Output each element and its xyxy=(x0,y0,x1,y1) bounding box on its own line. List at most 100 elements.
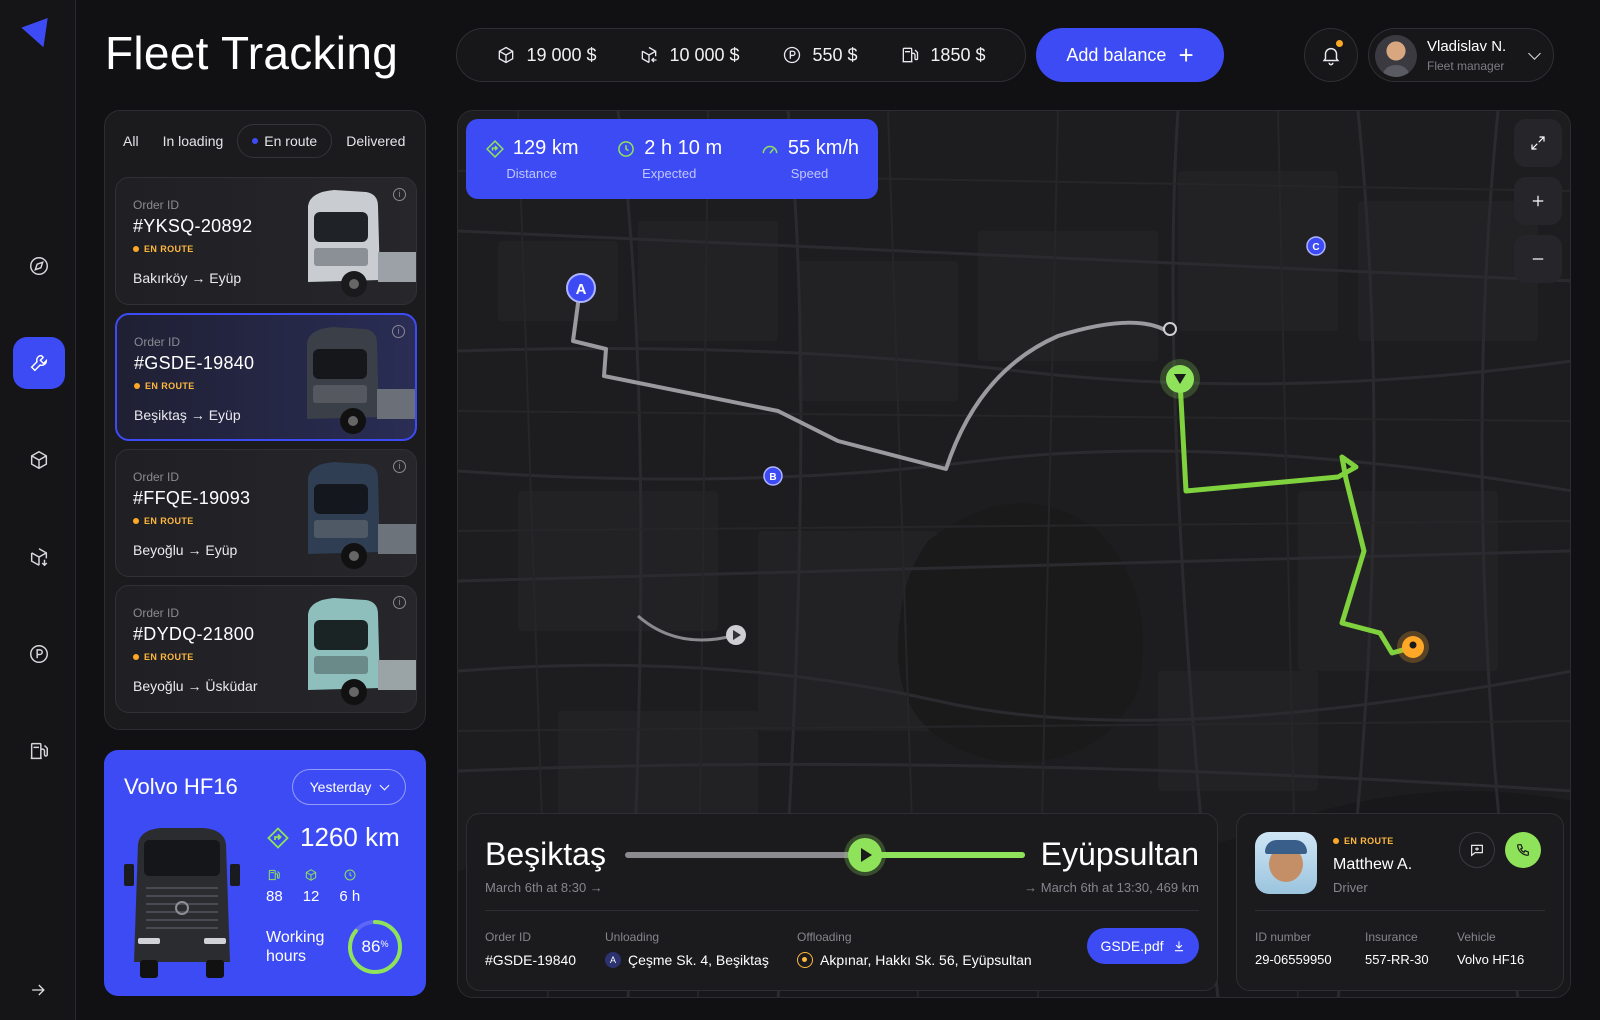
fuel-icon xyxy=(269,869,281,881)
route-destination: Eyüpsultan xyxy=(1040,836,1199,872)
order-route: Beyoğlu → Eyüp xyxy=(133,542,238,558)
marker-c: C xyxy=(1312,242,1319,253)
period-select[interactable]: Yesterday xyxy=(292,769,406,805)
user-name: Vladislav N. xyxy=(1427,38,1507,55)
filter-in-loading[interactable]: In loading xyxy=(153,124,234,158)
sidebar-item-deliveries[interactable] xyxy=(13,531,65,583)
sidebar-item-fuel[interactable] xyxy=(13,725,65,777)
message-driver-button[interactable] xyxy=(1459,832,1495,868)
order-route: Beşiktaş → Eyüp xyxy=(134,407,241,423)
route-destination-time: → March 6th at 13:30, 469 km xyxy=(1024,880,1199,895)
driver-insurance: Insurance 557-RR-30 xyxy=(1365,930,1429,967)
order-card[interactable]: Order ID #YKSQ-20892 EN ROUTE Bakırköy →… xyxy=(115,177,417,305)
truck-image xyxy=(307,327,415,434)
expand-sidebar-icon[interactable] xyxy=(28,980,48,1000)
order-route: Beyoğlu → Üsküdar xyxy=(133,678,258,694)
status-badge: EN ROUTE xyxy=(133,516,194,526)
marker-b: B xyxy=(769,472,776,483)
route-progress-knob[interactable] xyxy=(848,838,882,872)
vehicle-distance-value: 1260 km xyxy=(300,822,400,852)
arrow-right-icon: → xyxy=(589,880,603,895)
avatar xyxy=(1375,35,1417,77)
order-id-label: Order ID xyxy=(133,198,180,212)
arrow-right-icon: → xyxy=(187,542,202,558)
cube-icon xyxy=(305,869,317,881)
zoom-out-button[interactable] xyxy=(1514,235,1562,283)
stat-fuel-value: 88 xyxy=(266,888,283,905)
filter-delivered[interactable]: Delivered xyxy=(336,124,415,158)
add-balance-button[interactable]: Add balance + xyxy=(1036,28,1224,82)
order-card[interactable]: Order ID #DYDQ-21800 EN ROUTE Beyoğlu → … xyxy=(115,585,417,713)
navigation-icon xyxy=(30,257,48,275)
trip-speed: 55 km/h Speed xyxy=(760,137,859,199)
chevron-down-icon xyxy=(1528,47,1541,60)
balance-fuel-value: 1850 $ xyxy=(930,44,986,65)
route-unloading: Unloading A Çeşme Sk. 4, Beşiktaş xyxy=(605,930,769,968)
clock-icon xyxy=(344,869,356,881)
route-order-id: Order ID #GSDE-19840 xyxy=(485,930,577,968)
route-progress-track xyxy=(625,838,1025,872)
balance-fuel[interactable]: 1850 $ xyxy=(900,45,985,66)
download-pdf-button[interactable]: GSDE.pdf xyxy=(1087,928,1199,964)
balances-bar: 19 000 $ 10 000 $ 550 $ 1850 $ xyxy=(456,28,1026,82)
trip-speed-label: Speed xyxy=(790,166,829,181)
map[interactable]: A B C 129 km Distance 2 h 10 m Expected … xyxy=(457,110,1571,998)
balance-parking[interactable]: 550 $ xyxy=(782,45,858,66)
location-pin-icon xyxy=(797,952,813,968)
route-origin-time: March 6th at 8:30 → xyxy=(485,880,603,895)
balance-cargo-return[interactable]: 10 000 $ xyxy=(639,44,740,66)
cube-return-icon xyxy=(642,46,657,64)
logo-icon xyxy=(21,17,57,53)
order-card[interactable]: Order ID #FFQE-19093 EN ROUTE Beyoğlu → … xyxy=(115,449,417,577)
sidebar-item-navigation[interactable] xyxy=(13,240,65,292)
filter-en-route-label: En route xyxy=(264,133,318,149)
status-badge: EN ROUTE xyxy=(1333,836,1394,846)
order-id-label: Order ID xyxy=(133,606,180,620)
route-origin: Beşiktaş xyxy=(485,836,606,872)
filter-all[interactable]: All xyxy=(113,124,149,158)
driver-vehicle: Vehicle Volvo HF16 xyxy=(1457,930,1525,967)
order-id-label: Order ID xyxy=(134,335,181,349)
notifications-button[interactable] xyxy=(1304,28,1358,82)
expand-icon xyxy=(1531,136,1545,150)
cube-icon xyxy=(499,46,514,64)
arrow-right-icon: → xyxy=(1024,880,1038,895)
route-progress-fill xyxy=(865,852,1025,858)
minus-icon xyxy=(1532,258,1544,260)
trip-distance: 129 km Distance xyxy=(485,137,578,199)
chat-icon xyxy=(1471,844,1483,857)
balance-cargo-return-value: 10 000 $ xyxy=(669,44,740,65)
stat-fuel: 88 xyxy=(266,868,283,905)
vehicle-distance: 1260 km xyxy=(266,822,400,853)
orders-panel: All In loading En route Delivered Order … xyxy=(104,110,426,730)
zoom-in-button[interactable] xyxy=(1514,177,1562,225)
user-role: Fleet manager xyxy=(1427,59,1505,73)
working-hours-label: Working hours xyxy=(266,929,325,965)
balance-cargo[interactable]: 19 000 $ xyxy=(496,45,597,66)
working-hours-percent: 86% xyxy=(361,937,389,956)
sidebar-item-shipments[interactable] xyxy=(13,434,65,486)
driver-id-number: ID number 29-06559950 xyxy=(1255,930,1332,967)
order-id-label: Order ID xyxy=(133,470,180,484)
status-badge: EN ROUTE xyxy=(134,381,195,391)
truck-image xyxy=(308,462,416,569)
status-badge: EN ROUTE xyxy=(133,652,194,662)
order-card[interactable]: Order ID #GSDE-19840 EN ROUTE Beşiktaş →… xyxy=(115,313,417,441)
trip-speed-value: 55 km/h xyxy=(787,137,860,159)
fullscreen-button[interactable] xyxy=(1514,119,1562,167)
order-id: #GSDE-19840 xyxy=(134,353,255,373)
driver-name: Matthew A. xyxy=(1333,856,1413,873)
plus-icon: + xyxy=(1178,40,1194,70)
notification-dot xyxy=(1336,40,1343,47)
sidebar-item-maintenance[interactable] xyxy=(13,337,65,389)
filter-en-route[interactable]: En route xyxy=(237,124,333,158)
order-filters: All In loading En route Delivered xyxy=(113,123,417,159)
user-menu[interactable]: Vladislav N. Fleet manager xyxy=(1368,28,1554,82)
call-driver-button[interactable] xyxy=(1505,832,1541,868)
cube-return-icon xyxy=(30,450,48,470)
arrow-right-icon: → xyxy=(187,678,202,694)
route-card: Beşiktaş Eyüpsultan March 6th at 8:30 → … xyxy=(466,813,1218,991)
parking-icon xyxy=(784,46,801,64)
fuel-icon xyxy=(902,47,919,63)
sidebar-item-parking[interactable] xyxy=(13,628,65,680)
